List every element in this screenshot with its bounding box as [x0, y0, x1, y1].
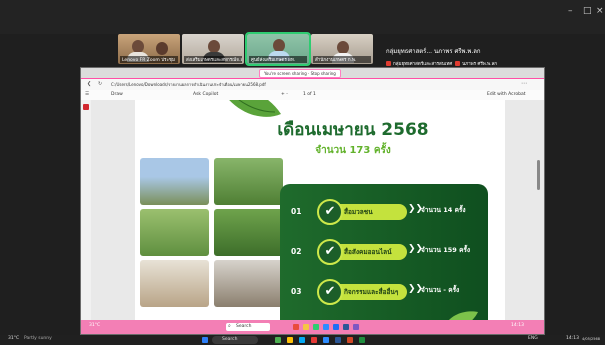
- check-icon: ✔: [317, 199, 343, 225]
- draw-button[interactable]: Draw: [111, 92, 123, 97]
- taskbar-search[interactable]: Search: [212, 336, 258, 344]
- weather-widget[interactable]: 31°C: [8, 336, 19, 341]
- check-icon: ✔: [317, 239, 343, 265]
- stats-panel: 01 สื่อมวลชน ✔ ❯❯ จำนวน 14 ครั้ง 02 สื่อ…: [280, 184, 488, 326]
- participant-name: Lenovo FR Zoom ประชุม: [120, 56, 178, 63]
- word-icon[interactable]: [335, 337, 341, 343]
- slide-subtitle: จำนวน 173 ครั้ง: [315, 145, 391, 156]
- category-pill: กิจกรรมและสื่ออื่นๆ: [332, 284, 407, 300]
- record-icon: [386, 61, 391, 66]
- edge-icon[interactable]: [333, 324, 339, 330]
- category-pill: สื่อสังคมออนไลน์: [332, 244, 407, 260]
- slide-title: เดือนเมษายน 2568: [277, 120, 429, 140]
- reload-icon[interactable]: ↻: [98, 81, 102, 87]
- participant-tile[interactable]: Lenovo FR Zoom ประชุม: [118, 34, 180, 64]
- weather-sub: Partly sunny: [24, 336, 52, 341]
- chrome-icon[interactable]: [313, 324, 319, 330]
- zoom-icon[interactable]: [323, 324, 329, 330]
- excel-icon[interactable]: [359, 337, 365, 343]
- back-icon[interactable]: ❮: [87, 81, 91, 87]
- taskbar-time[interactable]: 14:13: [566, 336, 579, 341]
- stat-count: จำนวน 14 ครั้ง: [421, 206, 466, 214]
- participant-tile[interactable]: สำนักงานเกษตร ก.พ.: [311, 34, 373, 64]
- url-field[interactable]: C:/Users/Lenovo/Downloads/รายงานผลการดำเ…: [111, 81, 441, 88]
- app-icon[interactable]: [293, 324, 299, 330]
- file-explorer-icon[interactable]: [287, 337, 293, 343]
- search-icon: ⌕: [228, 323, 231, 329]
- participant-tile-active[interactable]: ศูนย์ส่งเสริมเกษตร ผท.: [245, 32, 311, 66]
- language-indicator[interactable]: ENG: [528, 336, 538, 341]
- teams-icon[interactable]: [353, 324, 359, 330]
- zoom-controls[interactable]: + -: [281, 92, 288, 97]
- group-label: กลุ่มยุทธศาสตร์... นภาพร ศรีพ.พ.ลก: [386, 48, 481, 55]
- participant-name: ส่งเสริมเกษตรและสหกรณ์จ.ลำพูน: [184, 56, 242, 63]
- photo-field-2: [214, 209, 283, 256]
- taskbar-date: 4/05/2568: [582, 337, 600, 341]
- photo-field-1: [140, 209, 209, 256]
- zoom-icon[interactable]: [323, 337, 329, 343]
- stat-count: จำนวน 159 ครั้ง: [421, 246, 471, 254]
- photo-event-1: [140, 260, 209, 307]
- powerpoint-icon[interactable]: [347, 337, 353, 343]
- start-icon[interactable]: [202, 337, 208, 343]
- folder-icon[interactable]: [303, 324, 309, 330]
- photo-meeting: [214, 260, 283, 307]
- pdf-left-rail: [81, 100, 91, 326]
- meeting-top-bar: – □ ×: [0, 0, 605, 34]
- search-input[interactable]: ⌕ Search: [226, 323, 270, 331]
- photo-group-2: [214, 158, 283, 205]
- maximize-button[interactable]: □: [583, 6, 592, 16]
- word-icon[interactable]: [343, 324, 349, 330]
- stat-row: 01 สื่อมวลชน ✔ ❯❯ จำนวน 14 ครั้ง: [280, 198, 488, 226]
- group-sub-labels: กลุ่มยุทธศาสตร์และสารสนเทศ นภาพร ศรีพ.พ.…: [386, 60, 497, 67]
- windows-taskbar: 31°C Partly sunny Search ENG 14:13 4/05/…: [0, 335, 605, 345]
- participant-name: ศูนย์ส่งเสริมเกษตร ผท.: [249, 56, 307, 63]
- acrobat-icon[interactable]: [83, 104, 89, 110]
- check-icon: ✔: [317, 279, 343, 305]
- record-icon: [455, 61, 461, 66]
- address-bar: ❮ ↻ C:/Users/Lenovo/Downloads/รายงานผลกา…: [81, 79, 544, 90]
- stat-count: จำนวน - ครั้ง: [421, 286, 460, 294]
- sidebar-icon[interactable]: ☰: [85, 92, 89, 97]
- photo-group-1: [140, 158, 209, 205]
- slide-page: เดือนเมษายน 2568 จำนวน 173 ครั้ง 01 สื่อ…: [135, 100, 505, 326]
- acrobat-icon[interactable]: [311, 337, 317, 343]
- share-banner[interactable]: You're screen sharing · Stop sharing: [259, 69, 341, 78]
- ask-copilot-button[interactable]: Ask Copilot: [193, 92, 218, 97]
- participant-name: สำนักงานเกษตร ก.พ.: [313, 56, 371, 63]
- page-info: 1 of 1: [303, 92, 316, 97]
- stat-row: 03 กิจกรรมและสื่ออื่นๆ ✔ ❯❯ จำนวน - ครั้…: [280, 278, 488, 306]
- scrollbar-thumb[interactable]: [537, 160, 540, 190]
- document-area: เดือนเมษายน 2568 จำนวน 173 ครั้ง 01 สื่อ…: [91, 100, 544, 326]
- minimize-button[interactable]: –: [568, 6, 573, 16]
- participant-tile[interactable]: ส่งเสริมเกษตรและสหกรณ์จ.ลำพูน: [182, 34, 244, 64]
- zoom-toolbar: 31°C ⌕ Search 14:13: [81, 320, 544, 334]
- weather-text: 31°C: [89, 323, 101, 328]
- close-button[interactable]: ×: [596, 6, 604, 16]
- edge-icon[interactable]: [299, 337, 305, 343]
- settings-icon[interactable]: ⋯: [521, 80, 527, 87]
- taskbar-app-icon[interactable]: [275, 337, 281, 343]
- clock: 14:13: [511, 323, 524, 328]
- screen-share-bar: You're screen sharing · Stop sharing: [81, 68, 544, 79]
- edit-with-acrobat-button[interactable]: Edit with Acrobat: [487, 92, 525, 97]
- stat-row: 02 สื่อสังคมออนไลน์ ✔ ❯❯ จำนวน 159 ครั้ง: [280, 238, 488, 266]
- category-pill: สื่อมวลชน: [332, 204, 407, 220]
- shared-pdf-window: You're screen sharing · Stop sharing ❮ ↻…: [80, 67, 545, 335]
